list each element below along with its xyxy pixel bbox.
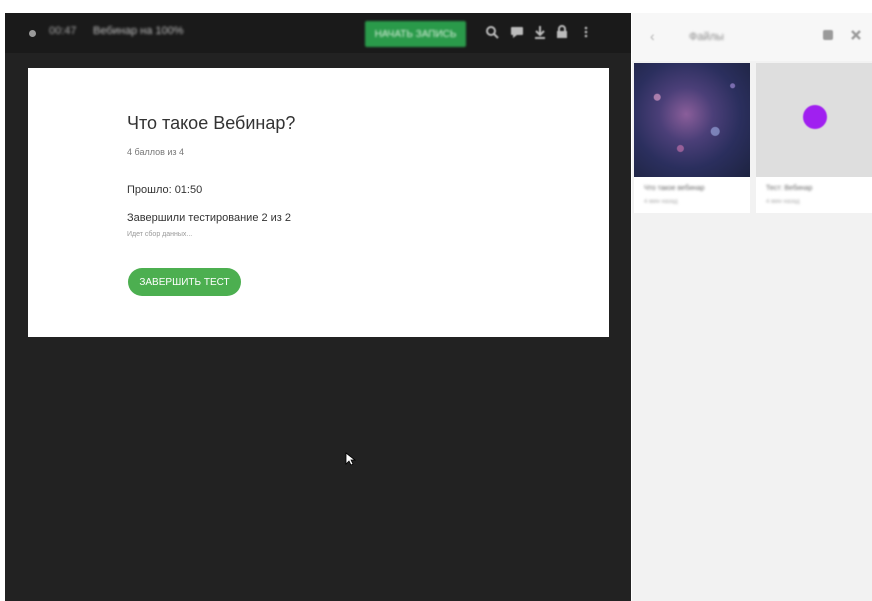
download-icon[interactable] [533,25,547,39]
quiz-dot-icon [803,105,827,129]
collecting-status: Идет сбор данных... [127,231,193,238]
file-thumbnail [634,63,750,177]
session-timer: 00:47 [49,25,77,37]
file-thumbnail [756,63,872,177]
panel-header: ‹ Файлы [632,13,872,61]
elapsed-time: Прошло: 01:50 [127,184,205,196]
settings-icon[interactable] [822,29,834,41]
chat-icon[interactable] [510,25,524,39]
lock-icon[interactable] [555,25,569,39]
start-recording-button[interactable]: НАЧАТЬ ЗАПИСЬ [365,21,466,47]
record-dot-icon [29,30,36,37]
elapsed-value: 01:50 [174,184,203,196]
finish-test-button[interactable]: ЗАВЕРШИТЬ ТЕСТ [128,268,241,296]
file-caption: Что такое вебинар [644,185,705,192]
top-toolbar: 00:47 Вебинар на 100% НАЧАТЬ ЗАПИСЬ [5,13,631,53]
file-caption: Тест: Вебинар [766,185,813,192]
files-panel: ‹ Файлы Что такое вебинар 4 мин назад Те… [632,13,872,601]
quiz-title: Что такое Вебинар? [127,113,296,133]
mouse-cursor-icon [345,452,357,466]
back-icon[interactable]: ‹ [650,28,655,44]
panel-title: Файлы [689,31,724,43]
completion-status: Завершили тестирование 2 из 2 [127,212,292,224]
file-subcaption: 4 мин назад [766,199,800,205]
quiz-score: 4 баллов из 4 [127,147,185,157]
close-icon[interactable] [850,29,862,41]
more-icon[interactable] [579,25,593,39]
webinar-title: Вебинар на 100% [93,25,184,37]
file-tile[interactable]: Тест: Вебинар 4 мин назад [756,63,872,213]
file-tile[interactable]: Что такое вебинар 4 мин назад [634,63,750,213]
search-icon[interactable] [485,25,499,39]
file-subcaption: 4 мин назад [644,199,678,205]
quiz-card: Что такое Вебинар? 4 баллов из 4 Прошло:… [28,68,609,337]
elapsed-label: Прошло: [127,184,172,196]
